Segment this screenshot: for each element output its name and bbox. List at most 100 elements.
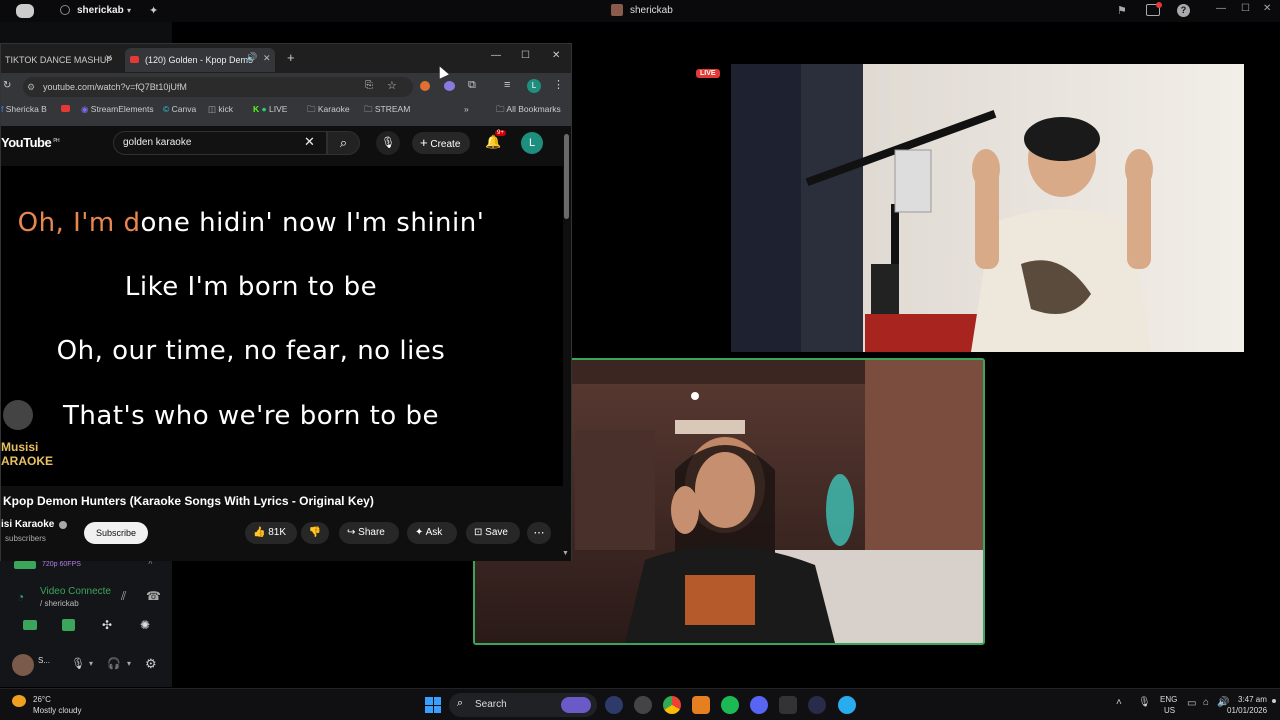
extensions-puzzle-icon[interactable]: ⧉ bbox=[468, 79, 476, 92]
voice-search-icon[interactable]: 🎙 bbox=[376, 131, 400, 155]
voice-status: Video Connecte bbox=[40, 586, 111, 597]
weather-icon[interactable] bbox=[12, 695, 26, 707]
chrome-icon[interactable] bbox=[663, 696, 681, 714]
profile-avatar[interactable]: L bbox=[527, 79, 541, 93]
close-icon[interactable]: ✕ bbox=[1263, 3, 1271, 14]
taskbar-search[interactable]: ⌕ Search bbox=[449, 693, 597, 717]
close-tab-icon[interactable]: ✕ bbox=[263, 53, 271, 64]
create-button[interactable]: + Create bbox=[412, 132, 470, 154]
more-actions-icon[interactable]: ⋯ bbox=[527, 522, 551, 544]
language-top[interactable]: ENG bbox=[1160, 695, 1177, 704]
tab-tiktok[interactable]: TIKTOK DANCE MASHUP bbox=[1, 48, 113, 72]
screen-share-icon[interactable] bbox=[62, 619, 75, 631]
bookmark-live[interactable]: K ● LIVE bbox=[253, 104, 287, 114]
activities-icon[interactable]: ✣ bbox=[102, 618, 112, 632]
clock-time[interactable]: 3:47 am bbox=[1238, 695, 1267, 704]
microphone-icon[interactable]: 🎙 bbox=[71, 657, 85, 670]
scrollbar[interactable] bbox=[564, 134, 569, 219]
minimize-icon[interactable]: — bbox=[491, 50, 501, 61]
reload-icon[interactable]: ↻ bbox=[3, 80, 11, 91]
share-icon: ↪ bbox=[347, 527, 356, 538]
scroll-down-arrow-icon[interactable]: ▼ bbox=[562, 550, 569, 557]
dislike-button[interactable]: 👎 bbox=[301, 522, 329, 544]
clock-date[interactable]: 01/01/2026 bbox=[1227, 706, 1267, 715]
camera-icon[interactable] bbox=[23, 620, 37, 630]
site-info-icon[interactable]: ⚙ bbox=[27, 77, 35, 97]
disconnect-icon[interactable]: ☎ bbox=[146, 589, 161, 603]
language-bottom[interactable]: US bbox=[1164, 706, 1175, 715]
weather-temp[interactable]: 26°C bbox=[33, 695, 51, 704]
taskbar-app-8-icon[interactable] bbox=[808, 696, 826, 714]
notification-icon[interactable] bbox=[1272, 699, 1276, 703]
taskbar-app-4-icon[interactable] bbox=[692, 696, 710, 714]
signal-icon: ◔ bbox=[17, 590, 25, 604]
bookmark-streamelements[interactable]: ◉ StreamElements bbox=[81, 104, 154, 115]
media-controls-icon[interactable]: ≡ bbox=[504, 79, 510, 91]
taskbar-app-7-icon[interactable] bbox=[779, 696, 797, 714]
search-icon[interactable]: ⌕ bbox=[327, 131, 360, 155]
close-window-icon[interactable]: ✕ bbox=[552, 50, 560, 61]
taskbar-app-2-icon[interactable] bbox=[634, 696, 652, 714]
youtube-logo[interactable]: YouTube PH bbox=[1, 135, 60, 150]
chevron-down-icon[interactable]: ▾ bbox=[89, 659, 93, 668]
chevron-down-icon[interactable]: ▾ bbox=[127, 6, 131, 15]
extension-fox-icon[interactable] bbox=[420, 81, 430, 91]
like-button[interactable]: 👍 81K bbox=[245, 522, 297, 544]
new-tab-icon[interactable]: + bbox=[287, 50, 295, 65]
bookmark-kick[interactable]: ◫ kick bbox=[208, 104, 233, 115]
inbox-icon[interactable] bbox=[1146, 2, 1162, 16]
video-player[interactable]: Oh, I'm done hidin' now I'm shinin' Like… bbox=[1, 166, 563, 486]
address-bar[interactable]: ⚙ youtube.com/watch?v=fQ7Bt10jUfM bbox=[23, 77, 413, 97]
spotify-icon[interactable] bbox=[721, 696, 739, 714]
share-button[interactable]: ↪ Share bbox=[339, 522, 399, 544]
noise-suppression-icon[interactable]: ⫽ bbox=[121, 589, 126, 604]
bookmark-stream[interactable]: 🗀 STREAM bbox=[364, 104, 410, 118]
bookmark-youtube-icon[interactable] bbox=[61, 104, 70, 114]
network-icon[interactable]: ⌂ bbox=[1203, 697, 1209, 708]
discord-icon[interactable] bbox=[750, 696, 768, 714]
audio-icon[interactable]: 🔊 bbox=[246, 52, 257, 63]
taskbar-app-1-icon[interactable] bbox=[605, 696, 623, 714]
help-icon[interactable]: ? bbox=[1177, 4, 1190, 17]
chrome-window: TIKTOK DANCE MASHUP ✕ (120) Golden - Kpo… bbox=[0, 43, 572, 561]
chevron-down-icon[interactable]: ▾ bbox=[127, 659, 131, 668]
notifications-bell-icon[interactable]: 🔔 bbox=[485, 134, 501, 150]
microphone-icon[interactable]: 🎙 bbox=[1138, 697, 1151, 708]
add-friend-icon[interactable]: ✦ bbox=[149, 4, 158, 17]
youtube-page: YouTube PH golden karaoke ✕ ⌕ 🎙 + Create … bbox=[1, 126, 571, 561]
install-app-icon[interactable]: ⎘ bbox=[365, 80, 373, 91]
all-bookmarks[interactable]: 🗀 All Bookmarks bbox=[496, 104, 561, 118]
bookmark-karaoke[interactable]: 🗀 Karaoke bbox=[307, 104, 350, 118]
star-icon[interactable]: ☆ bbox=[387, 79, 397, 92]
soundboard-icon[interactable]: ✺ bbox=[140, 618, 150, 632]
chevron-up-icon[interactable]: ˄ bbox=[1116, 697, 1122, 708]
account-avatar[interactable]: L bbox=[521, 132, 543, 154]
telegram-icon[interactable] bbox=[838, 696, 856, 714]
minimize-icon[interactable]: — bbox=[1216, 3, 1226, 14]
discord-logo-icon[interactable] bbox=[16, 4, 34, 18]
channel-name[interactable]: isi Karaoke bbox=[1, 519, 54, 530]
close-tab-icon[interactable]: ✕ bbox=[105, 53, 113, 64]
avatar[interactable] bbox=[12, 654, 34, 676]
flag-icon[interactable]: ⚑ bbox=[1117, 4, 1127, 17]
ask-button[interactable]: ✦ Ask bbox=[407, 522, 457, 544]
settings-gear-icon[interactable]: ⚙ bbox=[145, 656, 157, 672]
video-tile-participant-1[interactable] bbox=[731, 64, 1244, 352]
display-icon[interactable]: ▭ bbox=[1187, 698, 1196, 709]
bookmark-shericka[interactable]: f Shericka B bbox=[1, 104, 47, 114]
extension-orb-icon[interactable] bbox=[444, 81, 455, 91]
bookmark-canva[interactable]: © Canva bbox=[163, 104, 196, 114]
windows-start-icon[interactable] bbox=[425, 697, 441, 713]
menu-kebab-icon[interactable]: ⋮ bbox=[553, 78, 564, 91]
maximize-icon[interactable]: ☐ bbox=[1241, 3, 1250, 14]
headphones-icon[interactable]: 🎧 bbox=[107, 657, 121, 670]
subscribe-button[interactable]: Subscribe bbox=[84, 522, 148, 544]
voice-channel[interactable]: / sherickab bbox=[40, 599, 79, 608]
maximize-icon[interactable]: ☐ bbox=[521, 50, 530, 61]
save-button[interactable]: ⊡ Save bbox=[466, 522, 520, 544]
more-bookmarks-icon[interactable]: » bbox=[464, 104, 469, 114]
weather-desc[interactable]: Mostly cloudy bbox=[33, 706, 81, 715]
clear-search-icon[interactable]: ✕ bbox=[304, 134, 315, 150]
search-input[interactable]: golden karaoke bbox=[123, 137, 191, 148]
server-name[interactable]: sherickab bbox=[77, 5, 124, 16]
